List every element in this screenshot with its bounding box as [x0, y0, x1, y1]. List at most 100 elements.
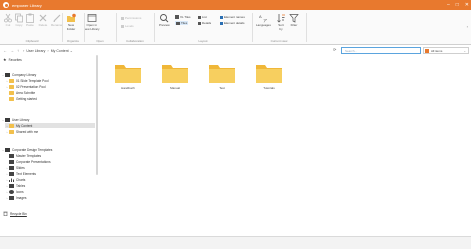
ribbon-collapse-icon[interactable]: ›: [467, 24, 468, 29]
library-icon: [5, 72, 10, 77]
sidebar-item-charts[interactable]: › Charts: [5, 177, 25, 182]
sort-by-label: Sort by: [278, 23, 284, 31]
text-elements-icon: [9, 171, 14, 176]
breadcrumb-item[interactable]: My Content: [51, 49, 69, 53]
sidebar-item-label: Getting started: [16, 96, 37, 101]
sidebar-item-images[interactable]: › Images: [5, 195, 26, 200]
up-button[interactable]: ↑: [17, 48, 19, 53]
xl-tiles-button[interactable]: XL Tiles: [175, 15, 191, 19]
levels-button[interactable]: Levels: [121, 24, 134, 28]
sidebar-item-label: 02 Presentation Pool: [16, 84, 46, 89]
group-separator: [154, 13, 155, 42]
copy-button[interactable]: Copy: [14, 13, 24, 28]
folder-icon: [9, 84, 14, 89]
sidebar-item-corporate-design-templates[interactable]: ⌄ Corporate Design Templates: [1, 147, 52, 152]
sidebar-item-label: Icons: [16, 189, 24, 194]
open-new-library-button[interactable]: Open in new Library: [84, 13, 100, 31]
scissors-icon: [4, 13, 12, 23]
xl-tiles-label: XL Tiles: [180, 15, 191, 19]
sidebar-item-presentation-pool[interactable]: › 02 Presentation Pool: [5, 84, 46, 89]
forward-button[interactable]: →: [10, 48, 14, 53]
cut-button[interactable]: Cut: [3, 13, 13, 28]
refresh-icon[interactable]: ⟳: [333, 47, 336, 52]
group-label-current-view: Current view: [270, 39, 288, 43]
permissions-button[interactable]: Permissions: [121, 16, 141, 20]
sidebar-item-company-library[interactable]: ⌄ Company Library: [1, 72, 36, 77]
preview-button[interactable]: Preview: [159, 13, 170, 28]
cut-label: Cut: [5, 23, 11, 27]
breadcrumb-dropdown-icon[interactable]: ⌄: [70, 48, 73, 53]
sidebar-item-master-templates[interactable]: Master Templates: [5, 153, 41, 158]
sidebar-item-label: Recycle Bin: [10, 211, 27, 216]
tiles-label: Tiles: [181, 21, 188, 25]
checkbox-checked-icon: [220, 21, 223, 25]
close-button[interactable]: ✕: [465, 2, 469, 8]
sidebar-item-label: Corporate Design Templates: [12, 147, 53, 152]
folder-icon: [209, 65, 235, 83]
folder-tile[interactable]: Manual: [160, 62, 190, 90]
delete-label: Delete: [38, 23, 48, 27]
sidebar-scrollbar[interactable]: [96, 55, 98, 175]
folder-tile[interactable]: Handbuch: [113, 62, 143, 90]
delete-button[interactable]: Delete: [38, 13, 48, 28]
element-names-checkbox[interactable]: Element names: [220, 15, 245, 19]
copy-label: Copy: [15, 23, 23, 27]
sidebar-item-area-schnitte[interactable]: Area Schnitte: [5, 90, 35, 95]
open-window-icon: [87, 14, 97, 22]
scope-label: All items: [431, 48, 443, 53]
sidebar-item-slide-template-pool[interactable]: › 01 Slide Template Pool: [5, 78, 49, 83]
sidebar-item-recycle-bin[interactable]: Recycle Bin: [3, 211, 27, 216]
new-folder-button[interactable]: New Folder: [66, 13, 76, 31]
sidebar-item-text-elements[interactable]: › Text Elements: [5, 171, 36, 176]
details-button[interactable]: Details: [198, 21, 211, 25]
minimize-button[interactable]: –: [447, 2, 450, 8]
sidebar-item-user-library[interactable]: ⌄ User Library: [1, 117, 29, 122]
sidebar-item-tables[interactable]: › Tables: [5, 183, 25, 188]
sidebar-tree: ★ Favorites ⌄ Company Library › 01 Slide…: [0, 55, 100, 236]
element-names-label: Element names: [224, 15, 245, 19]
sidebar-item-favorites[interactable]: ★ Favorites: [3, 57, 22, 62]
folder-tile[interactable]: Tutorials: [254, 62, 284, 90]
levels-label: Levels: [125, 24, 134, 28]
folder-name: Handbuch: [121, 86, 135, 90]
element-details-checkbox[interactable]: Element details: [220, 21, 245, 25]
filter-button[interactable]: Filter: [289, 13, 299, 28]
rename-button[interactable]: Rename: [51, 13, 62, 28]
open-new-library-label: Open in new Library: [84, 23, 100, 31]
back-button[interactable]: ←: [3, 48, 7, 53]
sidebar-item-getting-started[interactable]: Getting started: [5, 96, 37, 101]
tiles-button[interactable]: Tiles: [175, 21, 189, 25]
chevron-down-icon: ⌄: [463, 48, 466, 53]
folder-icon: [162, 65, 188, 83]
new-folder-icon: [67, 13, 76, 22]
group-label-organize: Organize: [66, 39, 80, 43]
delete-x-icon: [39, 14, 47, 22]
window-controls: – □ ✕: [447, 0, 469, 10]
folder-name: Test: [219, 86, 225, 90]
image-icon: [9, 195, 14, 200]
sidebar-item-corporate-presentations[interactable]: Corporate Presentations: [5, 159, 51, 164]
group-label-collaboration: Collaboration: [126, 39, 144, 43]
group-separator: [306, 13, 307, 42]
sort-by-button[interactable]: Sort by: [276, 13, 286, 31]
folder-tile[interactable]: Test: [207, 62, 237, 90]
sidebar-item-icons[interactable]: › Icons: [5, 189, 24, 194]
folder-icon: [9, 90, 14, 95]
list-button[interactable]: List: [198, 15, 207, 19]
search-input[interactable]: [341, 47, 421, 54]
sidebar-item-my-content[interactable]: › My Content: [5, 123, 95, 128]
sidebar-item-shared-with-me[interactable]: › Shared with me: [5, 129, 38, 134]
sidebar-item-slides[interactable]: › Slides: [5, 165, 25, 170]
new-folder-label: New Folder: [66, 23, 76, 31]
group-label-open: Open: [96, 39, 104, 43]
xl-tiles-icon: [175, 15, 179, 19]
app-logo-icon: [3, 2, 9, 8]
search-scope-dropdown[interactable]: All items ⌄: [423, 47, 469, 54]
breadcrumb-item[interactable]: User Library: [26, 49, 45, 53]
slides-icon: [9, 165, 14, 170]
paste-button[interactable]: Paste: [25, 13, 35, 28]
library-icon: [5, 117, 10, 122]
sidebar-item-label: Images: [16, 195, 27, 200]
maximize-button[interactable]: □: [456, 2, 459, 8]
languages-button[interactable]: Aア Languages: [256, 13, 271, 28]
